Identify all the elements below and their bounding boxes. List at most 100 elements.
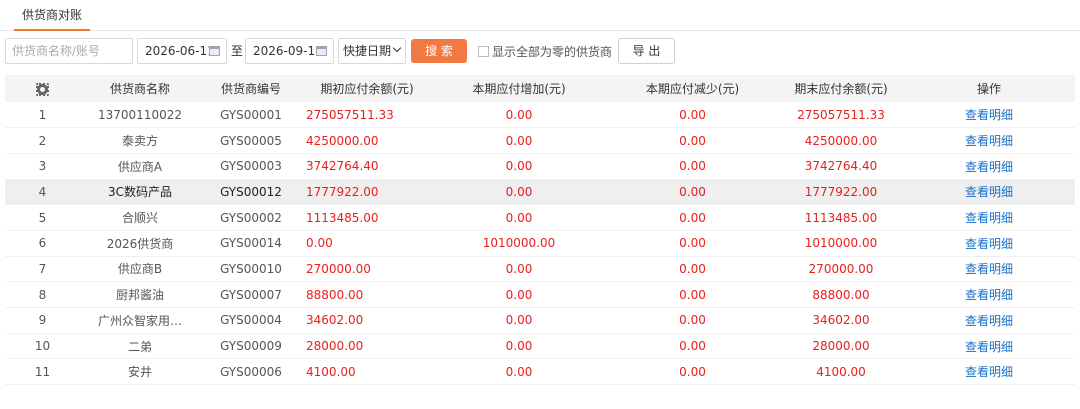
- view-detail-link[interactable]: 查看明细: [903, 333, 1075, 359]
- table-row[interactable]: 6 2026供货商 GYS00014 0.00 1010000.00 0.00 101000…: [5, 230, 1075, 257]
- increase-amount: 0.00: [505, 107, 533, 122]
- opening-balance: 34602.00: [306, 313, 364, 328]
- table-row[interactable]: 2 泰卖方 GYS00005 4250000.00 0.00 0.00 4250000.00…: [5, 128, 1075, 154]
- opening-balance: 275057511.33: [306, 107, 394, 122]
- closing-balance: 88800.00: [812, 287, 870, 302]
- opening-balance: 1777922.00: [306, 184, 379, 199]
- supplier-name: 13700110022: [98, 107, 182, 122]
- export-button[interactable]: 导 出: [618, 38, 675, 64]
- start-date-picker[interactable]: 2026-06-11: [137, 38, 227, 64]
- supplier-code: GYS00010: [220, 261, 282, 276]
- opening-balance: 1113485.00: [306, 210, 379, 225]
- gear-icon[interactable]: [36, 82, 49, 96]
- quick-date-value: 快捷日期: [343, 44, 392, 58]
- increase-amount: 0.00: [505, 313, 533, 328]
- row-index: 1: [38, 107, 47, 122]
- closing-balance: 34602.00: [812, 313, 870, 328]
- opening-balance: 88800.00: [306, 287, 364, 302]
- decrease-amount: 0.00: [679, 107, 706, 122]
- header-decrease: 本期应付减少(元): [645, 82, 740, 96]
- table-row[interactable]: 5 合顺兴 GYS00002 1113485.00 0.00 0.00 1113485.00…: [5, 205, 1075, 231]
- table-row[interactable]: 7 供应商B GYS00010 270000.00 0.00 0.00 270000.00 查…: [5, 256, 1075, 282]
- header-supplier-code: 供货商编号: [220, 82, 281, 96]
- table-row[interactable]: 8 厨邦酱油 GYS00007 88800.00 0.00 0.00 88800.00 查看明…: [5, 282, 1075, 308]
- view-detail-link[interactable]: 查看明细: [903, 179, 1075, 205]
- increase-amount: 0.00: [505, 339, 533, 354]
- row-index: 8: [38, 287, 47, 302]
- view-detail-link[interactable]: 查看明细: [903, 230, 1075, 256]
- header-supplier-name: 供货商名称: [109, 82, 170, 96]
- decrease-amount: 0.00: [679, 184, 706, 199]
- closing-balance: 270000.00: [808, 261, 874, 276]
- show-zero-label[interactable]: 显示全部为零的供货商: [492, 38, 612, 66]
- view-detail-link[interactable]: 查看明细: [903, 359, 1075, 385]
- increase-amount: 0.00: [505, 133, 533, 148]
- closing-balance: 4100.00: [816, 364, 866, 379]
- view-detail-link[interactable]: 查看明细: [903, 308, 1075, 334]
- supplier-search-input[interactable]: [5, 38, 133, 64]
- decrease-amount: 0.00: [679, 287, 706, 302]
- opening-balance: 4250000.00: [306, 133, 379, 148]
- table-header: 供货商名称 供货商编号 期初应付余额(元) 本期应付增加(元) 本期应付减少(元…: [5, 75, 1075, 102]
- row-index: 7: [38, 261, 47, 276]
- increase-amount: 0.00: [505, 210, 533, 225]
- view-detail-link[interactable]: 查看明细: [903, 256, 1075, 282]
- calendar-icon[interactable]: [316, 46, 327, 56]
- increase-amount: 0.00: [505, 261, 533, 276]
- table-row[interactable]: 9 广州众智家用… GYS00004 34602.00 0.00 0.00 34602.00…: [5, 308, 1075, 334]
- tab-bar: 供货商对账: [0, 0, 1080, 31]
- opening-balance: 0.00: [306, 236, 333, 251]
- column-settings[interactable]: [5, 75, 80, 102]
- supplier-code: GYS00009: [220, 339, 282, 354]
- row-index: 6: [38, 236, 47, 251]
- supplier-name: 泰卖方: [121, 134, 158, 149]
- table-row[interactable]: 3 供应商A GYS00003 3742764.40 0.00 0.00 3742764.4…: [5, 153, 1075, 180]
- supplier-name: 供应商A: [117, 159, 163, 174]
- supplier-code: GYS00001: [220, 107, 282, 122]
- search-button[interactable]: 搜 索: [411, 39, 467, 63]
- increase-amount: 0.00: [505, 287, 533, 302]
- row-index: 3: [38, 159, 47, 174]
- closing-balance: 275057511.33: [797, 107, 885, 122]
- decrease-amount: 0.00: [679, 159, 706, 174]
- closing-balance: 1777922.00: [804, 184, 878, 199]
- closing-balance: 1113485.00: [804, 210, 878, 225]
- row-index: 5: [38, 210, 47, 225]
- decrease-amount: 0.00: [679, 364, 706, 379]
- header-increase: 本期应付增加(元): [472, 82, 566, 96]
- supplier-code: GYS00005: [220, 133, 282, 148]
- header-closing-balance: 期末应付余额(元): [794, 82, 888, 96]
- end-date-picker[interactable]: 2026-09-11: [245, 38, 334, 64]
- view-detail-link[interactable]: 查看明细: [903, 128, 1075, 154]
- supplier-name: 安井: [127, 365, 152, 380]
- view-detail-link[interactable]: 查看明细: [903, 282, 1075, 308]
- view-detail-link[interactable]: 查看明细: [903, 205, 1075, 231]
- opening-balance: 270000.00: [306, 261, 371, 276]
- supplier-name: 2026供货商: [106, 236, 174, 251]
- show-zero-checkbox[interactable]: [478, 46, 489, 57]
- end-date-value: 2026-09-11: [253, 44, 323, 58]
- closing-balance: 3742764.40: [804, 159, 878, 174]
- supplier-code: GYS00014: [220, 236, 282, 251]
- tab-supplier-reconciliation[interactable]: 供货商对账: [14, 0, 91, 31]
- table-row[interactable]: 1 13700110022 GYS00001 275057511.33 0.00 0.00…: [5, 102, 1075, 128]
- calendar-icon[interactable]: [209, 46, 220, 56]
- supplier-code: GYS00012: [220, 184, 282, 199]
- supplier-name: 厨邦酱油: [115, 288, 164, 303]
- decrease-amount: 0.00: [679, 339, 706, 354]
- increase-amount: 0.00: [505, 364, 533, 379]
- opening-balance: 3742764.40: [306, 159, 379, 174]
- table-row[interactable]: 10 二弟 GYS00009 28000.00 0.00 0.00 28000.00 查看明细: [5, 333, 1075, 359]
- table-row[interactable]: 4 3C数码产品 GYS00012 1777922.00 0.00 0.00 1777922…: [5, 179, 1075, 205]
- supplier-name: 合顺兴: [121, 211, 158, 226]
- supplier-code: GYS00004: [220, 313, 282, 328]
- quick-date-select[interactable]: 快捷日期: [338, 38, 406, 64]
- supplier-name: 供应商B: [117, 262, 163, 277]
- row-index: 2: [38, 133, 47, 148]
- table-row[interactable]: 11 安井 GYS00006 4100.00 0.00 0.00 4100.00 查看明细: [5, 359, 1075, 385]
- view-detail-link[interactable]: 查看明细: [903, 153, 1075, 179]
- decrease-amount: 0.00: [679, 210, 706, 225]
- date-range-separator: 至: [231, 44, 244, 58]
- supplier-name: 广州众智家用…: [97, 313, 182, 328]
- view-detail-link[interactable]: 查看明细: [903, 102, 1075, 128]
